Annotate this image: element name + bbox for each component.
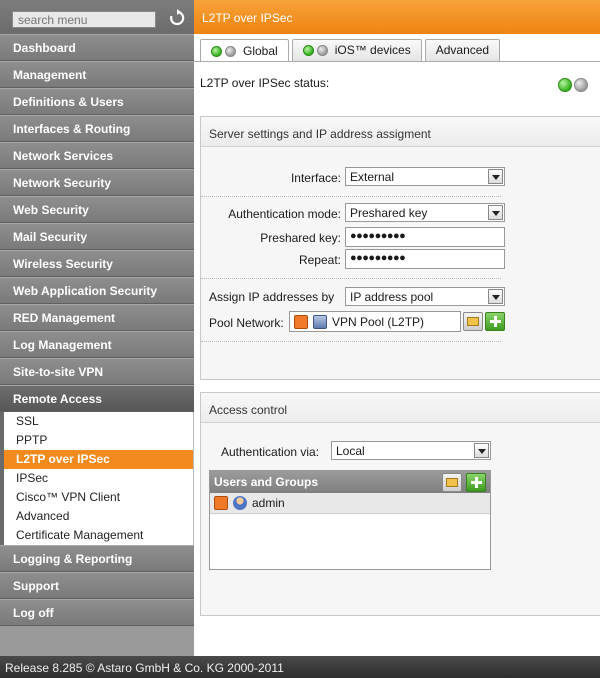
user-name: admin <box>252 496 285 510</box>
menu-item-support[interactable]: Support <box>0 572 194 599</box>
server-settings-body: Interface: External Authentication mode:… <box>201 147 600 379</box>
submenu-item-cisco-vpn-client[interactable]: Cisco™ VPN Client <box>4 488 193 507</box>
tab-bar: Global iOS™ devices Advanced <box>200 39 503 62</box>
status-off-icon <box>225 45 236 57</box>
menu-item-web-application-security[interactable]: Web Application Security <box>0 277 194 304</box>
submenu-item-pptp[interactable]: PPTP <box>4 431 193 450</box>
menu-item-management[interactable]: Management <box>0 61 194 88</box>
menu-item-log-management[interactable]: Log Management <box>0 331 194 358</box>
folder-button[interactable] <box>463 312 483 331</box>
submenu-item-ipsec[interactable]: IPSec <box>4 469 193 488</box>
chevron-down-icon <box>488 205 503 220</box>
chevron-down-icon <box>474 443 489 458</box>
folder-icon <box>446 478 458 487</box>
submenu-item-ssl[interactable]: SSL <box>4 412 193 431</box>
tab-divider <box>194 61 600 62</box>
menu-top: Dashboard Management Definitions & Users… <box>0 34 194 412</box>
assign-ip-label: Assign IP addresses by <box>209 290 335 304</box>
pool-network-value: VPN Pool (L2TP) <box>332 314 425 329</box>
status-on-icon <box>211 45 222 57</box>
server-settings-panel: Server settings and IP address assigment… <box>200 116 600 380</box>
tab-global[interactable]: Global <box>200 39 289 62</box>
footer: Release 8.285 © Astaro GmbH & Co. KG 200… <box>0 656 600 678</box>
interface-value: External <box>350 170 395 184</box>
menu-item-interfaces-routing[interactable]: Interfaces & Routing <box>0 115 194 142</box>
main-content: L2TP over IPSec Global iOS™ devices Adva… <box>194 0 600 656</box>
submenu-item-l2tp-over-ipsec[interactable]: L2TP over IPSec <box>4 450 193 469</box>
status-label: L2TP over IPSec status: <box>200 76 330 90</box>
auth-mode-value: Preshared key <box>350 206 428 220</box>
auth-via-select[interactable]: Local <box>331 441 491 460</box>
preshared-key-input[interactable]: ●●●●●●●●● <box>345 227 505 247</box>
submenu-item-certificate-management[interactable]: Certificate Management <box>4 526 193 545</box>
sidebar: Dashboard Management Definitions & Users… <box>0 0 194 656</box>
interface-select[interactable]: External <box>345 167 505 186</box>
page-title: L2TP over IPSec <box>194 0 600 34</box>
preshared-key-label: Preshared key: <box>260 231 341 245</box>
remove-icon[interactable] <box>294 314 308 329</box>
add-icon[interactable] <box>485 312 505 331</box>
assign-ip-select[interactable]: IP address pool <box>345 287 505 306</box>
users-groups-heading: Users and Groups <box>214 475 319 489</box>
menu-item-network-services[interactable]: Network Services <box>0 142 194 169</box>
menu-item-web-security[interactable]: Web Security <box>0 196 194 223</box>
divider <box>201 341 501 342</box>
menu-bottom: Logging & Reporting Support Log off <box>0 545 194 626</box>
user-icon <box>233 496 247 510</box>
server-settings-heading: Server settings and IP address assigment <box>201 117 600 147</box>
menu-item-network-security[interactable]: Network Security <box>0 169 194 196</box>
menu-item-mail-security[interactable]: Mail Security <box>0 223 194 250</box>
submenu-item-advanced[interactable]: Advanced <box>4 507 193 526</box>
auth-via-value: Local <box>336 444 365 458</box>
search-menu-input[interactable] <box>12 11 156 28</box>
interface-label: Interface: <box>290 171 341 185</box>
auth-mode-select[interactable]: Preshared key <box>345 203 505 222</box>
status-off-icon <box>316 45 328 56</box>
remote-access-submenu: SSL PPTP L2TP over IPSec IPSec Cisco™ VP… <box>0 412 194 545</box>
users-groups-header: Users and Groups <box>210 471 490 493</box>
status-on-icon[interactable] <box>558 78 572 92</box>
tab-ios-devices[interactable]: iOS™ devices <box>291 39 422 61</box>
menu-item-logging-reporting[interactable]: Logging & Reporting <box>0 545 194 572</box>
server-settings-form: Interface: External Authentication mode:… <box>201 147 600 379</box>
status-on-icon <box>302 45 314 56</box>
menu-item-dashboard[interactable]: Dashboard <box>0 34 194 61</box>
folder-button[interactable] <box>442 473 462 492</box>
repeat-key-input[interactable]: ●●●●●●●●● <box>345 249 505 269</box>
menu-item-definitions-users[interactable]: Definitions & Users <box>0 88 194 115</box>
pool-network-label: Pool Network: <box>209 316 284 330</box>
add-icon[interactable] <box>466 473 486 492</box>
chevron-down-icon <box>488 289 503 304</box>
divider <box>201 278 501 279</box>
refresh-icon[interactable] <box>168 9 186 27</box>
chevron-down-icon <box>488 169 503 184</box>
status-off-icon[interactable] <box>574 78 588 92</box>
tab-advanced-label: Advanced <box>435 43 490 57</box>
remove-icon[interactable] <box>214 496 228 510</box>
repeat-label: Repeat: <box>298 253 341 267</box>
auth-mode-label: Authentication mode: <box>228 207 341 221</box>
search-area <box>0 0 194 34</box>
status-toggle[interactable] <box>558 78 590 92</box>
tab-advanced[interactable]: Advanced <box>424 39 501 61</box>
menu-item-log-off[interactable]: Log off <box>0 599 194 626</box>
tab-ios-devices-label: iOS™ devices <box>334 43 411 57</box>
menu-item-site-to-site-vpn[interactable]: Site-to-site VPN <box>0 358 194 385</box>
users-groups-box[interactable]: Users and Groups admin <box>209 470 491 570</box>
menu-item-wireless-security[interactable]: Wireless Security <box>0 250 194 277</box>
assign-ip-value: IP address pool <box>350 290 434 304</box>
network-icon <box>313 314 327 329</box>
auth-via-label: Authentication via: <box>221 445 320 459</box>
tab-global-label: Global <box>243 43 278 58</box>
menu-item-red-management[interactable]: RED Management <box>0 304 194 331</box>
menu-item-remote-access[interactable]: Remote Access <box>0 385 194 412</box>
divider <box>201 196 501 197</box>
access-control-heading: Access control <box>201 393 600 423</box>
list-item[interactable]: admin <box>210 493 490 514</box>
folder-icon <box>467 317 479 326</box>
pool-network-field[interactable]: VPN Pool (L2TP) <box>289 311 461 332</box>
